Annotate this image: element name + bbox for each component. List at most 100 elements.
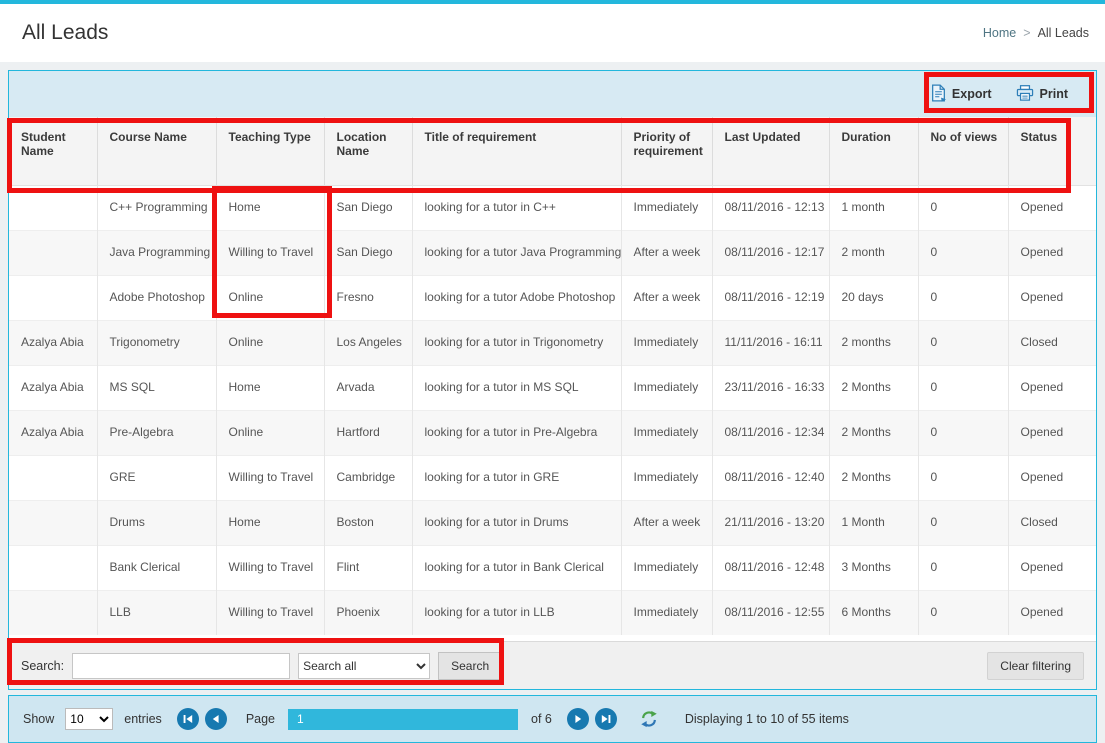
pagination-status: Displaying 1 to 10 of 55 items [685,712,849,726]
print-button[interactable]: Print [1016,85,1068,104]
table-row[interactable]: DrumsHomeBostonlooking for a tutor in Dr… [9,500,1096,545]
table-row[interactable]: Azalya AbiaMS SQLHomeArvadalooking for a… [9,365,1096,410]
table-cell: looking for a tutor Adobe Photoshop [412,275,621,320]
skip-to-last-icon [601,714,611,724]
table-cell: Willing to Travel [216,545,324,590]
table-cell: looking for a tutor in LLB [412,590,621,635]
search-button[interactable]: Search [438,652,502,680]
page-title: All Leads [22,21,108,45]
table-cell: Opened [1008,185,1096,230]
search-field-select[interactable]: Search all [298,653,430,679]
table-cell: 08/11/2016 - 12:55 [712,590,829,635]
export-button[interactable]: Export [931,84,992,105]
table-row[interactable]: Bank ClericalWilling to TravelFlintlooki… [9,545,1096,590]
show-label: Show [23,712,54,726]
page: All Leads Home > All Leads [0,0,1105,743]
search-label: Search: [21,659,64,673]
column-header[interactable]: Teaching Type [216,117,324,185]
table-cell: looking for a tutor in GRE [412,455,621,500]
table-cell: Boston [324,500,412,545]
table-cell: 0 [918,275,1008,320]
table-cell: 08/11/2016 - 12:17 [712,230,829,275]
breadcrumb: Home > All Leads [983,26,1089,40]
column-header[interactable]: Student Name [9,117,97,185]
table-cell: looking for a tutor in Drums [412,500,621,545]
first-page-button[interactable] [177,708,199,730]
table-row[interactable]: C++ ProgrammingHomeSan Diegolooking for … [9,185,1096,230]
column-header[interactable]: Priority of requirement [621,117,712,185]
breadcrumb-separator: > [1023,26,1030,40]
table-cell: GRE [97,455,216,500]
table-cell: Closed [1008,320,1096,365]
clear-filtering-button[interactable]: Clear filtering [987,652,1084,680]
table-cell: Java Programming [97,230,216,275]
table-cell: Immediately [621,545,712,590]
table-row[interactable]: Azalya AbiaTrigonometryOnlineLos Angeles… [9,320,1096,365]
table-cell: 0 [918,545,1008,590]
refresh-button[interactable] [640,710,658,728]
table-cell: looking for a tutor Java Programming [412,230,621,275]
table-cell: 0 [918,185,1008,230]
column-header[interactable]: Location Name [324,117,412,185]
page-header: All Leads Home > All Leads [0,4,1105,62]
table-row[interactable]: LLBWilling to TravelPhoenixlooking for a… [9,590,1096,635]
table-cell: 2 months [829,320,918,365]
table-row[interactable]: GREWilling to TravelCambridgelooking for… [9,455,1096,500]
next-page-button[interactable] [567,708,589,730]
table-cell: looking for a tutor in MS SQL [412,365,621,410]
table-row[interactable]: Adobe PhotoshopOnlineFresnolooking for a… [9,275,1096,320]
column-header[interactable]: Duration [829,117,918,185]
table-cell: 0 [918,500,1008,545]
table-cell: MS SQL [97,365,216,410]
table-cell: Opened [1008,455,1096,500]
table-cell [9,275,97,320]
table-cell: Opened [1008,230,1096,275]
table-cell: 21/11/2016 - 13:20 [712,500,829,545]
table-cell: Willing to Travel [216,590,324,635]
entries-select[interactable]: 10 [65,708,113,730]
table-cell: 0 [918,590,1008,635]
print-button-label: Print [1040,87,1068,101]
table-cell: Flint [324,545,412,590]
table-cell: After a week [621,230,712,275]
column-header[interactable]: Course Name [97,117,216,185]
table-cell: Opened [1008,275,1096,320]
table-row[interactable]: Azalya AbiaPre-AlgebraOnlineHartfordlook… [9,410,1096,455]
table-cell: 2 Months [829,365,918,410]
table-cell: San Diego [324,230,412,275]
table-cell: 08/11/2016 - 12:48 [712,545,829,590]
page-number-input[interactable] [288,709,518,730]
column-header[interactable]: No of views [918,117,1008,185]
table-cell: 08/11/2016 - 12:13 [712,185,829,230]
table-cell: Home [216,185,324,230]
table-cell: Online [216,320,324,365]
table-cell: 0 [918,455,1008,500]
table-cell [9,500,97,545]
table-cell: Phoenix [324,590,412,635]
table-cell [9,590,97,635]
table-cell: 1 Month [829,500,918,545]
table-cell: Fresno [324,275,412,320]
table-cell: Adobe Photoshop [97,275,216,320]
table-cell: After a week [621,500,712,545]
leads-table: Student NameCourse NameTeaching TypeLoca… [9,117,1096,635]
table-cell: Azalya Abia [9,410,97,455]
previous-page-button[interactable] [205,708,227,730]
table-cell: 11/11/2016 - 16:11 [712,320,829,365]
column-header[interactable]: Last Updated [712,117,829,185]
column-header[interactable]: Status [1008,117,1096,185]
table-cell: 0 [918,320,1008,365]
search-input[interactable] [72,653,290,679]
breadcrumb-home-link[interactable]: Home [983,26,1016,40]
table-cell: 6 Months [829,590,918,635]
table-header: Student NameCourse NameTeaching TypeLoca… [9,117,1096,185]
table-cell: C++ Programming [97,185,216,230]
table-cell: 3 Months [829,545,918,590]
column-header[interactable]: Title of requirement [412,117,621,185]
export-icon [931,84,946,105]
table-cell: looking for a tutor in Bank Clerical [412,545,621,590]
last-page-button[interactable] [595,708,617,730]
table-cell [9,185,97,230]
table-row[interactable]: Java ProgrammingWilling to TravelSan Die… [9,230,1096,275]
breadcrumb-current: All Leads [1038,26,1089,40]
